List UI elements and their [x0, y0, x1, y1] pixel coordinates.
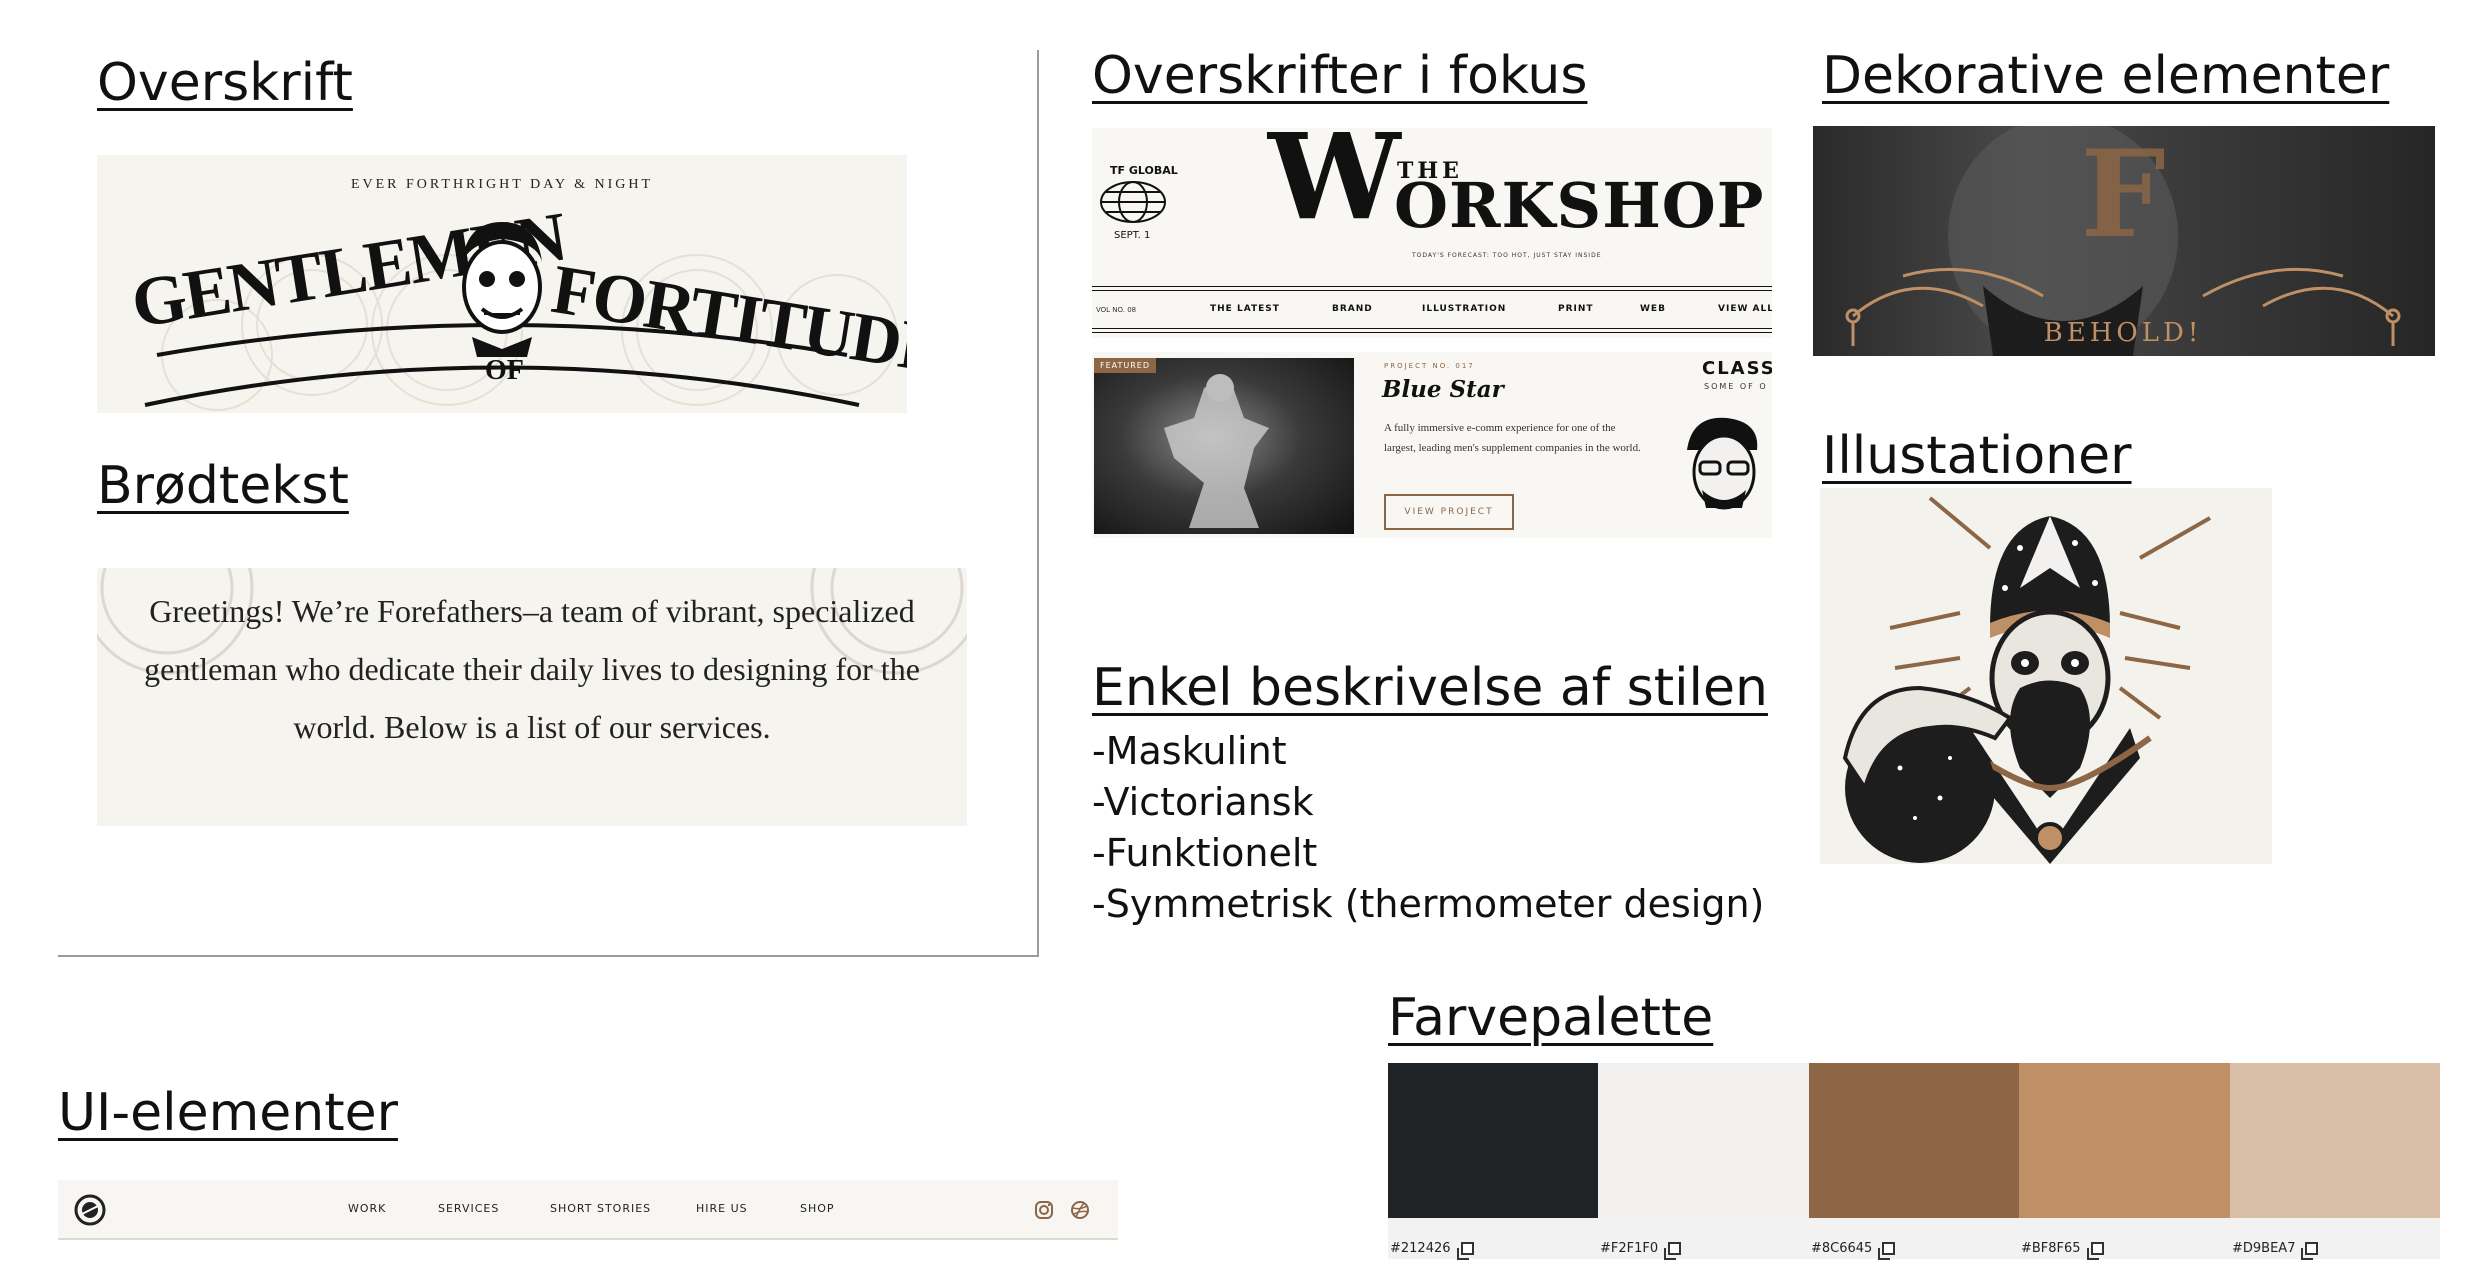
swatch-3[interactable]	[1809, 1063, 2019, 1218]
nav-hire-us[interactable]: HIRE US	[696, 1202, 748, 1215]
globe-icon	[1100, 181, 1166, 223]
character-portrait-icon	[1687, 417, 1758, 510]
heading-brodtekst: Brødtekst	[97, 456, 349, 516]
swatch-label-2: #F2F1F0	[1600, 1241, 1682, 1260]
workshop-nav-web[interactable]: WEB	[1640, 304, 1666, 314]
workshop-date: SEPT. 1	[1114, 230, 1151, 241]
nav-shop[interactable]: SHOP	[800, 1202, 835, 1215]
logo-icon[interactable]	[74, 1194, 106, 1226]
project-title: Blue Star	[1382, 376, 1504, 403]
svg-text:F: F	[2080, 126, 2165, 265]
class-sub-label: SOME OF O	[1704, 382, 1768, 391]
heading-ui-elementer: UI-elementer	[58, 1083, 398, 1143]
copy-icon[interactable]	[1456, 1242, 1474, 1260]
workshop-feature: FEATURED PROJECT NO. 017 Blue Star A ful…	[1092, 352, 1772, 538]
class-label: CLASS	[1702, 358, 1772, 379]
workshop-rule-top	[1092, 286, 1772, 291]
heading-illustationer: Illustationer	[1822, 426, 2132, 486]
description-item: -Symmetrisk (thermometer design)	[1092, 882, 1765, 926]
workshop-title-rest: ORKSHOP	[1394, 169, 1765, 242]
description-item: -Victoriansk	[1092, 780, 1314, 824]
featured-badge: FEATURED	[1094, 358, 1157, 373]
heading-farvepalette: Farvepalette	[1388, 988, 1714, 1048]
instagram-icon[interactable]	[1034, 1200, 1054, 1220]
view-project-button[interactable]: VIEW PROJECT	[1384, 494, 1514, 530]
workshop-nav-print[interactable]: PRINT	[1558, 304, 1594, 314]
ui-navbar: WORK SERVICES SHORT STORIES HIRE US SHOP	[58, 1180, 1118, 1240]
swatch-label-3: #8C6645	[1811, 1241, 1896, 1260]
heading-beskrivelse: Enkel beskrivelse af stilen	[1092, 658, 1768, 718]
copy-icon[interactable]	[1878, 1242, 1896, 1260]
swatch-1[interactable]	[1388, 1063, 1598, 1218]
gentlemen-banner: EVER FORTHRIGHT DAY & NIGHT GENTLEMEN FO…	[97, 155, 907, 413]
swatch-label-5: #D9BEA7	[2232, 1241, 2319, 1260]
project-number: PROJECT NO. 017	[1384, 362, 1475, 370]
nav-work[interactable]: WORK	[348, 1202, 386, 1215]
color-palette: #212426 #F2F1F0 #8C6645 #BF8F65 #D9BEA7	[1388, 1063, 2440, 1260]
workshop-title-big: W	[1268, 128, 1401, 246]
description-item: -Funktionelt	[1092, 831, 1318, 875]
swatch-5[interactable]	[2230, 1063, 2440, 1218]
banner-of: OF	[485, 355, 524, 386]
nav-services[interactable]: SERVICES	[438, 1202, 499, 1215]
swatch-hex: #D9BEA7	[2232, 1241, 2296, 1256]
workshop-forecast: TODAY'S FORECAST: TOO HOT, JUST STAY INS…	[1412, 252, 1602, 259]
workshop-vol: VOL NO. 08	[1096, 306, 1137, 314]
nav-short-stories[interactable]: SHORT STORIES	[550, 1202, 651, 1215]
behold-text: BEHOLD!	[2043, 318, 2203, 348]
workshop-global-label: TF GLOBAL	[1110, 164, 1178, 177]
workshop-masthead: TF GLOBAL SEPT. 1 W THE ORKSHOP TODAY'S …	[1092, 128, 1772, 338]
body-sample-text: Greetings! We’re Forefathers–a team of v…	[144, 593, 920, 745]
illustration-panel	[1820, 488, 2272, 864]
heading-overskrifter-i-fokus: Overskrifter i fokus	[1092, 46, 1588, 106]
workshop-nav-view-all[interactable]: VIEW ALL	[1718, 304, 1772, 314]
decorative-panel: F BEHOLD!	[1813, 126, 2435, 356]
swatch-label-4: #BF8F65	[2021, 1241, 2104, 1260]
fighter-silhouette	[1164, 374, 1269, 528]
featured-photo: FEATURED	[1094, 358, 1354, 534]
swatch-label-1: #212426	[1390, 1241, 1474, 1260]
description-list: -Maskulint -Victoriansk -Funktionelt -Sy…	[1092, 726, 1764, 930]
workshop-nav-latest[interactable]: THE LATEST	[1210, 304, 1280, 314]
copy-icon[interactable]	[2086, 1242, 2104, 1260]
swatch-2[interactable]	[1598, 1063, 1809, 1218]
swatch-hex: #8C6645	[1811, 1241, 1873, 1256]
vertical-divider	[1037, 50, 1039, 955]
workshop-nav-brand[interactable]: BRAND	[1332, 304, 1373, 314]
swatch-hex: #212426	[1390, 1241, 1451, 1256]
gentleman-face-icon	[462, 222, 542, 357]
body-sample-panel: Greetings! We’re Forefathers–a team of v…	[97, 568, 967, 826]
copy-icon[interactable]	[2301, 1242, 2319, 1260]
banner-tagline: EVER FORTHRIGHT DAY & NIGHT	[350, 177, 654, 192]
swatch-hex: #F2F1F0	[1600, 1241, 1659, 1256]
project-description: A fully immersive e-comm experience for …	[1384, 422, 1641, 454]
description-item: -Maskulint	[1092, 729, 1287, 773]
fortune-teller-illustration	[1842, 496, 2211, 864]
heading-dekorative-elementer: Dekorative elementer	[1822, 46, 2390, 106]
swatch-4[interactable]	[2019, 1063, 2230, 1218]
workshop-rule-bottom	[1092, 328, 1772, 333]
heading-overskrift: Overskrift	[97, 53, 353, 113]
dribbble-icon[interactable]	[1070, 1200, 1090, 1220]
swatch-hex: #BF8F65	[2021, 1241, 2081, 1256]
copy-icon[interactable]	[1664, 1242, 1682, 1260]
workshop-nav-illustration[interactable]: ILLUSTRATION	[1422, 304, 1506, 314]
horizontal-divider	[58, 955, 1039, 957]
